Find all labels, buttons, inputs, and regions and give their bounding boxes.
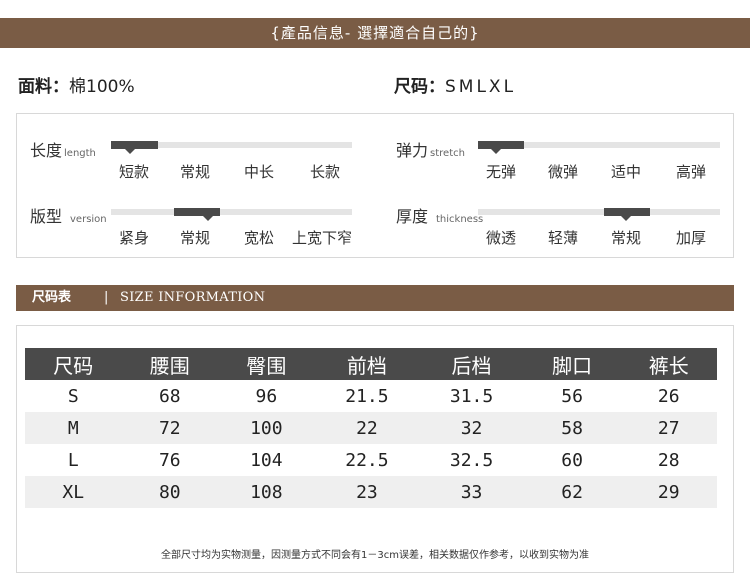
- attr-length-cn: 长度: [30, 141, 63, 160]
- attr-stretch-pointer-icon: [491, 149, 501, 154]
- size-info: 尺码：SMLXL: [394, 72, 516, 97]
- size-table-header: 后档: [419, 348, 524, 380]
- attr-thickness-option: 常规: [611, 229, 642, 247]
- attr-thickness-option: 加厚: [676, 229, 707, 247]
- table-cell: 108: [218, 476, 315, 508]
- size-table-header-row: 尺码 腰围 臀围 前档 后档 脚口 裤长: [25, 348, 717, 380]
- attr-stretch-label: 弹力 stretch: [396, 137, 465, 161]
- table-cell: 80: [121, 476, 219, 508]
- attr-thickness-option: 轻薄: [548, 229, 579, 247]
- table-cell: 32.5: [449, 449, 494, 471]
- attr-version-cn: 版型: [30, 207, 63, 226]
- attr-stretch-option: 适中: [611, 163, 642, 181]
- size-table-header: 臀围: [218, 348, 315, 380]
- table-row: XL 80 108 23 33 62 29: [25, 476, 717, 508]
- table-cell: 60: [561, 449, 583, 471]
- attr-stretch-option: 无弹: [486, 163, 517, 181]
- table-cell: XL: [25, 476, 122, 508]
- material-info: 面料：棉100%: [18, 72, 135, 97]
- attr-thickness-option: 微透: [486, 229, 517, 247]
- size-banner-cn: 尺码表: [32, 290, 72, 305]
- size-table-header: 尺码: [25, 348, 122, 380]
- attr-length-option: 常规: [180, 163, 211, 181]
- table-cell: 31.5: [449, 385, 494, 407]
- size-table-header: 裤长: [620, 348, 717, 380]
- table-cell: 56: [561, 385, 583, 407]
- table-cell: 28: [657, 449, 680, 471]
- size-table-header: 腰围: [121, 348, 219, 380]
- attr-length-pointer-icon: [125, 149, 135, 154]
- table-cell: 76: [158, 449, 181, 471]
- table-cell: S: [67, 385, 79, 407]
- table-cell: L: [67, 449, 79, 471]
- table-cell: 72: [121, 412, 219, 444]
- size-table-header: 前档: [314, 348, 420, 380]
- attr-stretch-en: stretch: [430, 148, 465, 159]
- attr-version-option: 紧身: [119, 229, 150, 247]
- attr-thickness-track: [478, 209, 720, 215]
- sizes-label: 尺码：: [394, 77, 445, 97]
- table-cell: 23: [314, 476, 420, 508]
- table-cell: 100: [218, 412, 315, 444]
- attr-version-track: [111, 209, 352, 215]
- table-cell: 104: [250, 449, 283, 471]
- table-cell: 58: [523, 412, 621, 444]
- size-table: 尺码 腰围 臀围 前档 后档 脚口 裤长 S 68 96 21.5 31.5 5…: [25, 348, 717, 508]
- attr-length-label: 长度 length: [30, 137, 96, 161]
- table-cell: 22.5: [345, 449, 389, 471]
- table-cell: 29: [620, 476, 717, 508]
- attr-thickness-indicator: [604, 208, 650, 216]
- attr-version-pointer-icon: [203, 216, 213, 221]
- attr-length-indicator: [111, 141, 158, 149]
- product-info-banner: {產品信息- 選擇適合自己的}: [0, 18, 750, 48]
- attr-version-option: 常规: [180, 229, 211, 247]
- table-cell: 33: [419, 476, 524, 508]
- attr-version-en: version: [70, 214, 107, 225]
- table-cell: 21.5: [345, 385, 389, 407]
- attr-thickness-cn: 厚度: [396, 207, 429, 226]
- size-banner-separator: |: [104, 290, 109, 305]
- table-cell: 68: [158, 385, 181, 407]
- attr-stretch-option: 高弹: [676, 163, 707, 181]
- size-info-banner: 尺码表 | SIZE INFORMATION: [16, 285, 734, 311]
- attr-version-option: 上宽下窄: [292, 229, 353, 247]
- attr-version-option: 宽松: [244, 229, 275, 247]
- size-table-header: 脚口: [523, 348, 621, 380]
- table-cell: 22: [314, 412, 420, 444]
- table-row: M 72 100 22 32 58 27: [25, 412, 717, 444]
- attr-version-label: 版型 version: [30, 203, 107, 227]
- table-cell: 62: [523, 476, 621, 508]
- attr-stretch-indicator: [478, 141, 524, 149]
- attr-stretch-option: 微弹: [548, 163, 579, 181]
- attr-version-indicator: [174, 208, 220, 216]
- table-cell: M: [25, 412, 122, 444]
- attr-length-option: 中长: [244, 163, 275, 181]
- material-label: 面料：: [18, 77, 69, 97]
- attr-length-option: 长款: [310, 163, 341, 181]
- table-row: S 68 96 21.5 31.5 56 26: [25, 380, 717, 412]
- size-banner-en: SIZE INFORMATION: [120, 290, 266, 305]
- measurement-note: 全部尺寸均为实物测量，因测量方式不同会有1－3cm误差，相关数据仅作参考，以收到…: [161, 550, 589, 561]
- attr-stretch-cn: 弹力: [396, 141, 429, 160]
- sizes-value: SMLXL: [445, 77, 517, 97]
- table-cell: 27: [620, 412, 717, 444]
- attr-thickness-pointer-icon: [621, 216, 631, 221]
- table-row: L 76 104 22.5 32.5 60 28: [25, 444, 717, 476]
- attr-thickness-label: 厚度 thickness: [396, 203, 483, 227]
- table-cell: 26: [657, 385, 680, 407]
- attr-length-option: 短款: [119, 163, 150, 181]
- material-value: 棉100%: [69, 77, 135, 97]
- table-cell: 96: [255, 385, 278, 407]
- attr-thickness-en: thickness: [436, 214, 484, 225]
- table-cell: 32: [419, 412, 524, 444]
- attr-length-en: length: [64, 148, 96, 159]
